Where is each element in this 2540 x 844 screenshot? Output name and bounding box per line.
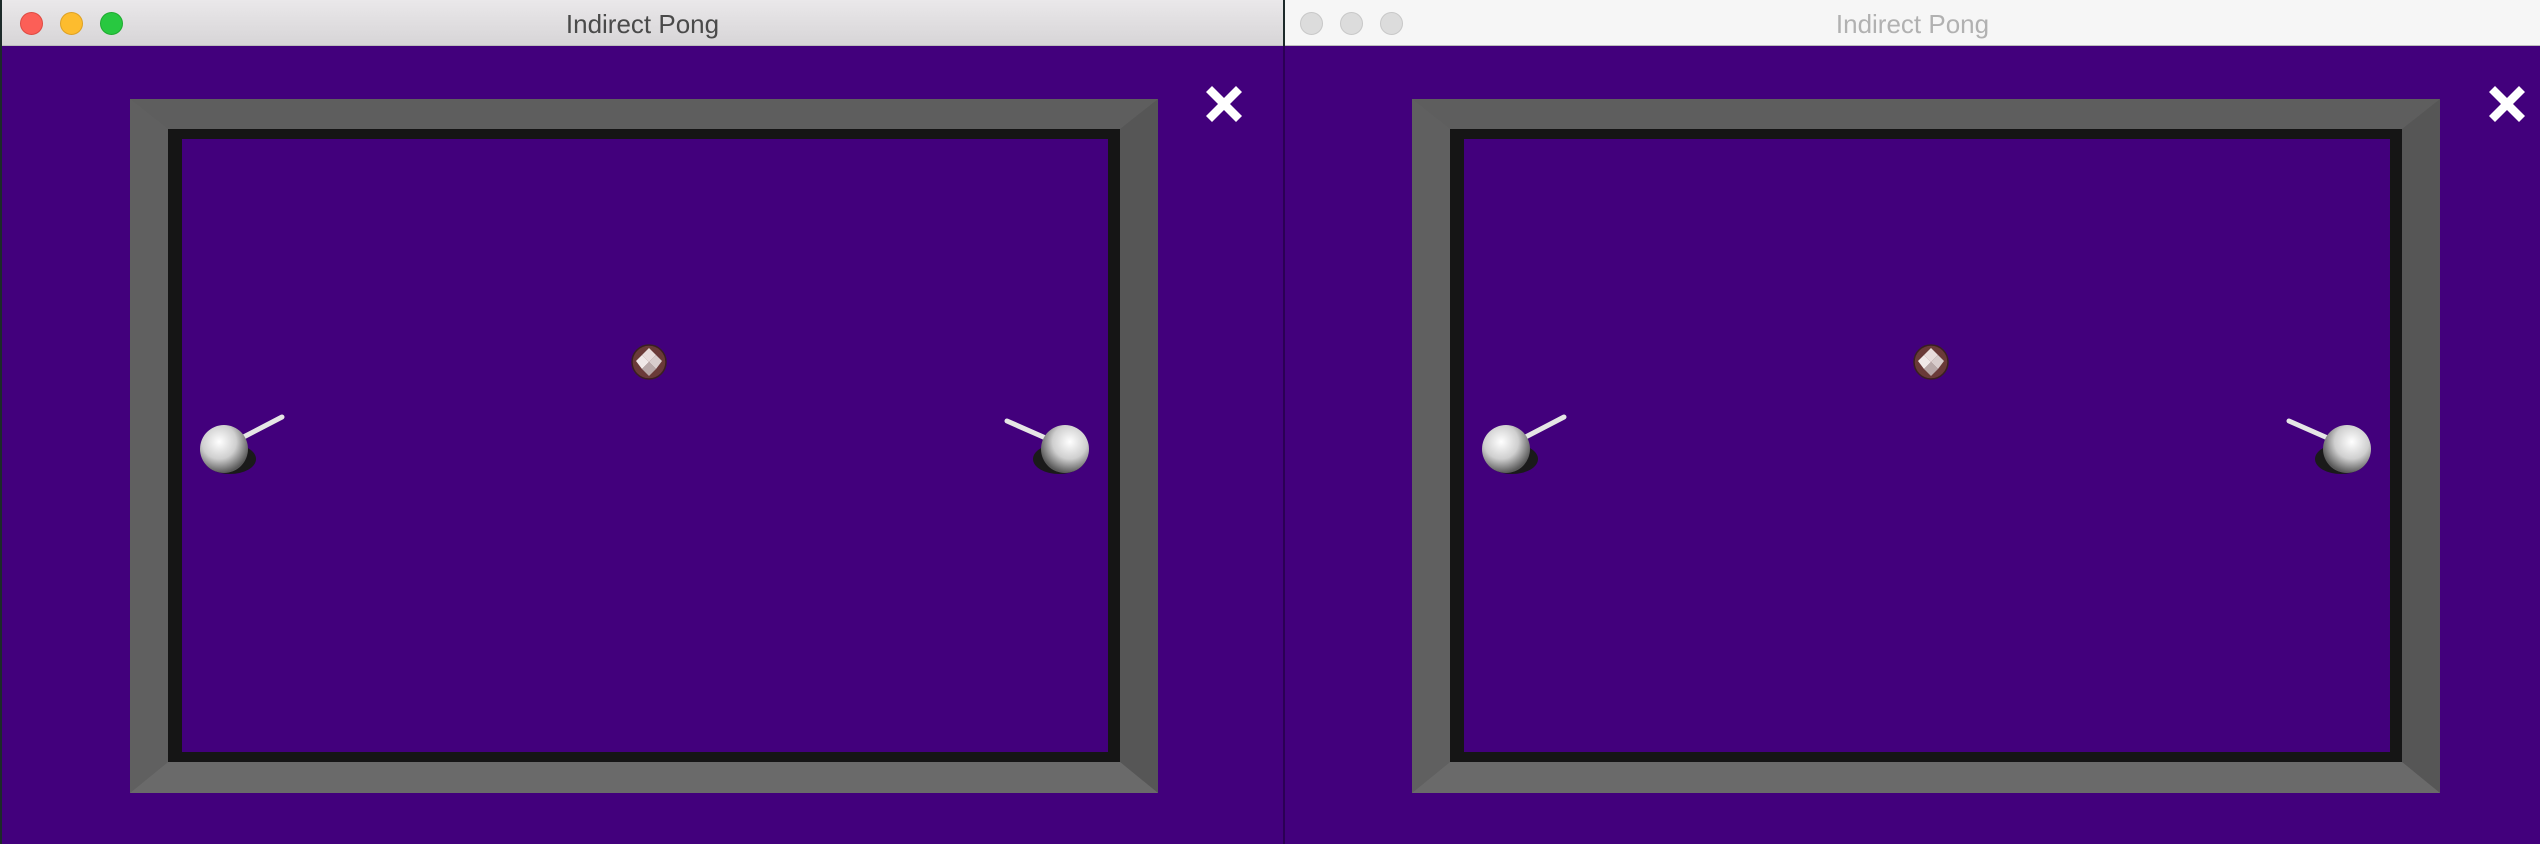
game-board — [130, 99, 1158, 793]
play-field-border — [1450, 129, 2402, 762]
soccer-ball-icon — [1913, 344, 1949, 380]
window-title: Indirect Pong — [565, 9, 720, 39]
play-field-border — [168, 129, 1120, 762]
game-board — [1412, 99, 2440, 793]
soccer-ball-icon — [631, 344, 667, 380]
window-title: Indirect Pong — [1835, 9, 1990, 39]
right-paddle-icon — [1004, 418, 1089, 474]
play-field — [1464, 139, 2390, 752]
play-field — [182, 139, 1108, 752]
game-window-right: Indirect Pong — [1285, 0, 2540, 844]
left-paddle-icon — [1482, 414, 1567, 474]
title-bar[interactable]: Indirect Pong — [1285, 0, 2540, 46]
title-bar[interactable]: Indirect Pong — [2, 0, 1283, 46]
close-x-icon[interactable] — [1202, 82, 1246, 126]
game-window-left: Indirect Pong — [2, 0, 1283, 844]
left-paddle-icon — [200, 414, 285, 474]
right-paddle-icon — [2286, 418, 2371, 474]
desktop: Indirect Pong Indirect Pong — [0, 0, 2540, 844]
close-x-icon[interactable] — [2485, 82, 2529, 126]
